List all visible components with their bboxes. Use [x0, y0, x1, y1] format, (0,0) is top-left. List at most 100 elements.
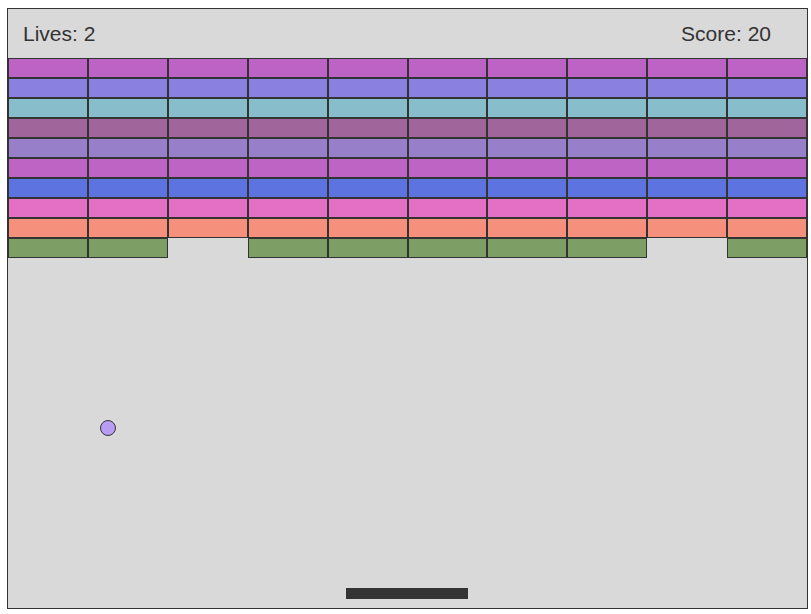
brick: [168, 78, 248, 98]
brick: [487, 58, 567, 78]
brick: [727, 98, 807, 118]
brick: [727, 218, 807, 238]
brick: [88, 58, 168, 78]
brick: [567, 98, 647, 118]
brick: [248, 98, 328, 118]
brick: [8, 178, 88, 198]
brick: [727, 158, 807, 178]
brick: [567, 218, 647, 238]
brick: [647, 118, 727, 138]
brick: [567, 58, 647, 78]
brick: [567, 158, 647, 178]
brick: [408, 118, 488, 138]
brick: [8, 58, 88, 78]
brick: [487, 218, 567, 238]
brick: [248, 198, 328, 218]
brick: [8, 118, 88, 138]
score-counter: Score: 20: [681, 18, 771, 50]
brick-row: [8, 238, 807, 258]
brick: [408, 198, 488, 218]
hud: Lives: 2 Score: 20: [8, 9, 807, 58]
brick: [408, 238, 488, 258]
brick: [408, 138, 488, 158]
brick: [727, 238, 807, 258]
brick: [88, 78, 168, 98]
brick: [487, 118, 567, 138]
brick: [8, 198, 88, 218]
game-board[interactable]: Lives: 2 Score: 20: [7, 8, 808, 609]
brick-row: [8, 78, 807, 98]
brick: [168, 98, 248, 118]
brick: [8, 138, 88, 158]
brick: [328, 78, 408, 98]
brick: [727, 118, 807, 138]
ball: [100, 420, 116, 436]
brick: [88, 198, 168, 218]
brick: [408, 98, 488, 118]
brick-row: [8, 218, 807, 238]
brick-wall: [8, 58, 807, 258]
brick: [408, 78, 488, 98]
brick: [248, 58, 328, 78]
brick: [328, 218, 408, 238]
brick: [727, 58, 807, 78]
brick: [647, 98, 727, 118]
brick: [328, 138, 408, 158]
brick: [248, 78, 328, 98]
brick: [647, 238, 727, 258]
brick: [248, 218, 328, 238]
brick: [328, 198, 408, 218]
brick: [408, 218, 488, 238]
brick: [168, 198, 248, 218]
brick: [727, 198, 807, 218]
brick: [647, 218, 727, 238]
brick: [168, 138, 248, 158]
brick: [727, 178, 807, 198]
brick-row: [8, 98, 807, 118]
brick: [408, 178, 488, 198]
lives-counter: Lives: 2: [23, 18, 95, 50]
brick: [487, 78, 567, 98]
brick: [248, 138, 328, 158]
brick: [328, 178, 408, 198]
brick: [8, 238, 88, 258]
brick: [567, 138, 647, 158]
brick: [328, 158, 408, 178]
brick: [248, 158, 328, 178]
brick: [168, 218, 248, 238]
brick: [8, 98, 88, 118]
brick: [168, 58, 248, 78]
brick: [88, 118, 168, 138]
brick-row: [8, 118, 807, 138]
brick: [328, 98, 408, 118]
brick-row: [8, 198, 807, 218]
brick: [248, 118, 328, 138]
brick: [487, 98, 567, 118]
brick: [567, 238, 647, 258]
brick: [248, 178, 328, 198]
brick: [408, 158, 488, 178]
brick: [168, 118, 248, 138]
brick: [487, 238, 567, 258]
brick: [248, 238, 328, 258]
brick: [487, 198, 567, 218]
brick: [88, 98, 168, 118]
brick: [328, 58, 408, 78]
brick: [168, 238, 248, 258]
brick: [8, 78, 88, 98]
brick-row: [8, 138, 807, 158]
brick: [8, 218, 88, 238]
brick: [168, 158, 248, 178]
brick: [88, 218, 168, 238]
brick: [88, 138, 168, 158]
brick: [487, 178, 567, 198]
brick: [567, 78, 647, 98]
brick: [567, 198, 647, 218]
brick: [328, 238, 408, 258]
brick: [408, 58, 488, 78]
brick: [647, 78, 727, 98]
brick: [328, 118, 408, 138]
brick: [647, 198, 727, 218]
brick: [727, 138, 807, 158]
paddle[interactable]: [346, 588, 468, 599]
